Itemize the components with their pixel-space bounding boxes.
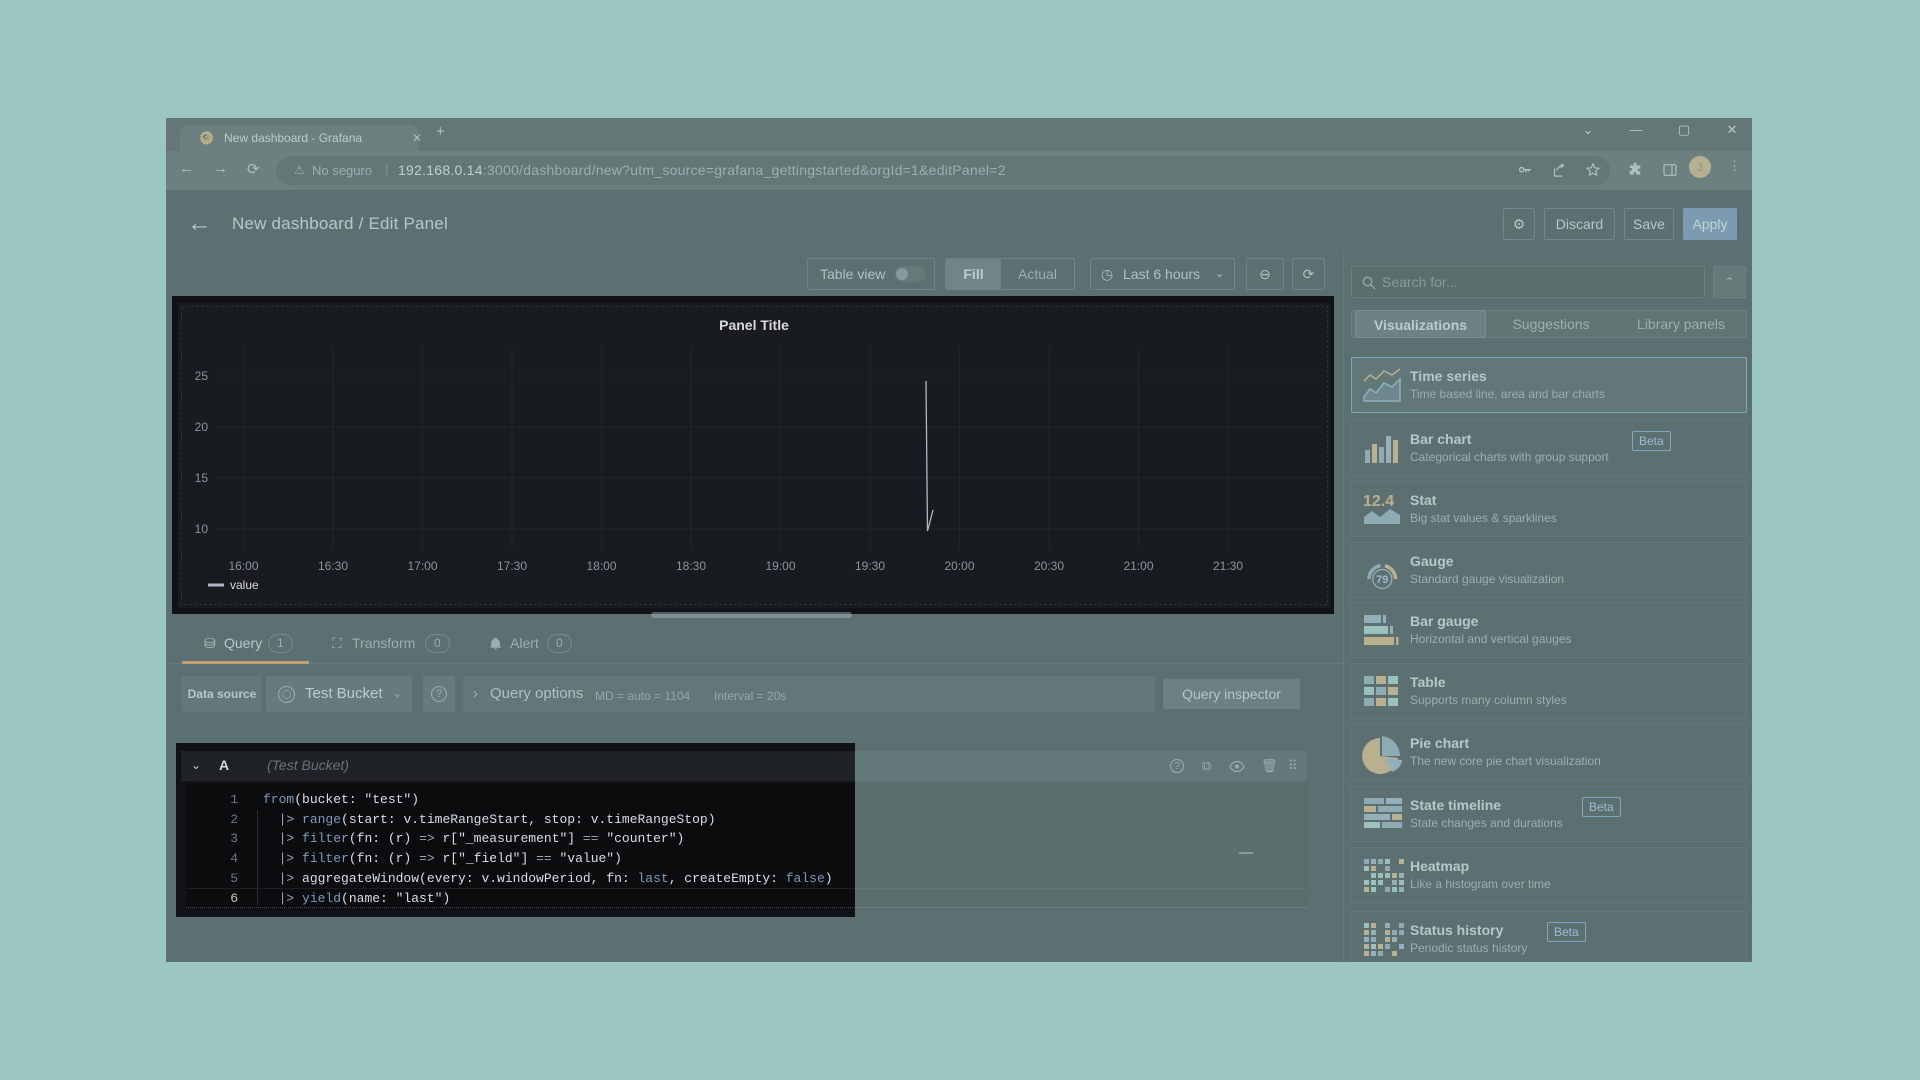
svg-text:19:30: 19:30: [855, 559, 885, 573]
svg-text:19:00: 19:00: [765, 559, 795, 573]
svg-text:17:30: 17:30: [497, 559, 527, 573]
svg-text:25: 25: [195, 369, 209, 383]
svg-text:20: 20: [195, 420, 209, 434]
svg-text:15: 15: [195, 471, 209, 485]
svg-text:20:00: 20:00: [944, 559, 974, 573]
svg-text:10: 10: [195, 522, 209, 536]
svg-text:16:00: 16:00: [228, 559, 258, 573]
svg-text:21:00: 21:00: [1123, 559, 1153, 573]
svg-text:18:00: 18:00: [586, 559, 616, 573]
svg-text:79: 79: [1376, 574, 1388, 586]
svg-text:16:30: 16:30: [318, 559, 348, 573]
svg-text:value: value: [230, 578, 259, 592]
svg-text:12.4: 12.4: [1363, 493, 1394, 510]
svg-text:Panel Title: Panel Title: [719, 317, 789, 333]
svg-text:21:30: 21:30: [1213, 559, 1243, 573]
svg-text:17:00: 17:00: [407, 559, 437, 573]
svg-text:20:30: 20:30: [1034, 559, 1064, 573]
svg-text:J: J: [1697, 162, 1703, 174]
svg-text:18:30: 18:30: [676, 559, 706, 573]
